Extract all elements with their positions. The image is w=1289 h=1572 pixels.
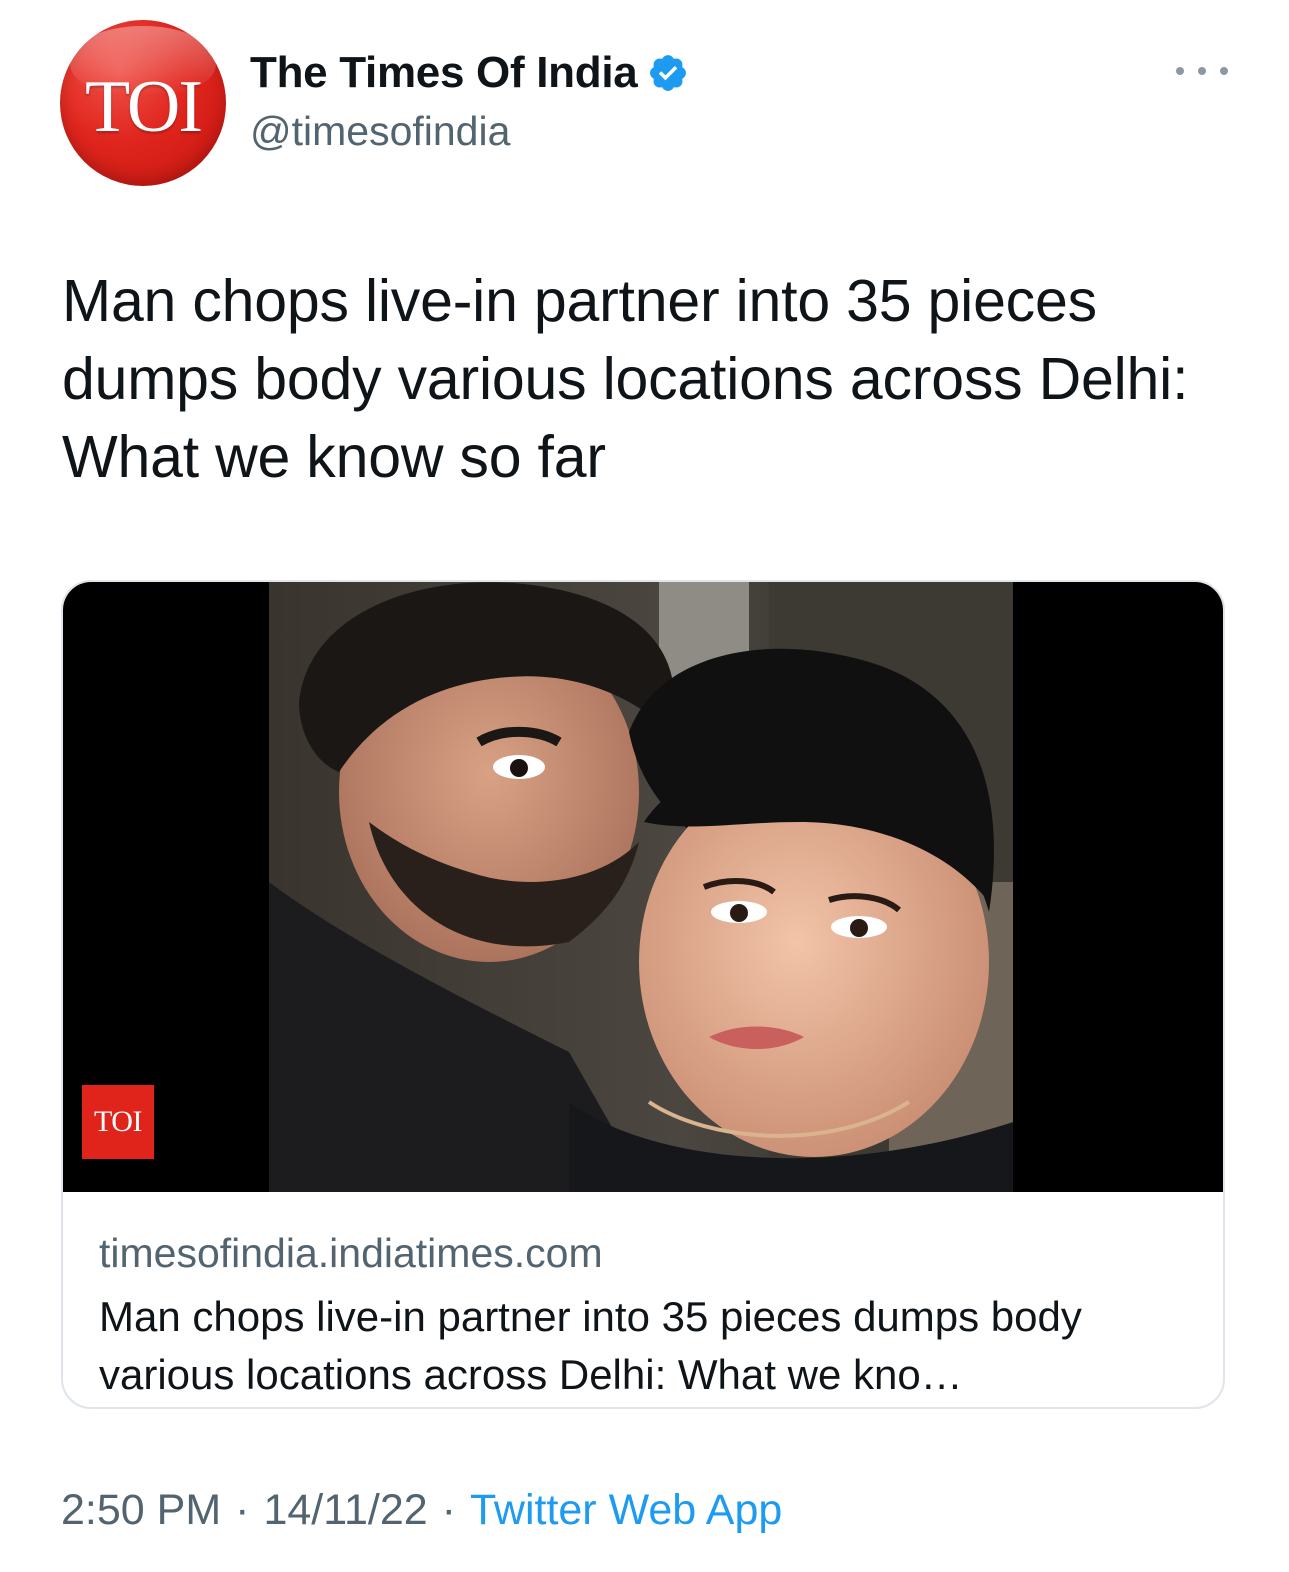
tweet-text: Man chops live-in partner into 35 pieces… [62, 268, 1189, 490]
more-options-icon[interactable] [1176, 56, 1228, 86]
author-handle[interactable]: @timesofindia [250, 108, 510, 155]
meta-separator: · [441, 1486, 456, 1534]
card-title: Man chops live-in partner into 35 pieces… [99, 1293, 1082, 1398]
verified-badge-icon [647, 52, 689, 94]
card-image[interactable]: TOI [63, 582, 1223, 1192]
tweet-date[interactable]: 14/11/22 [263, 1486, 427, 1535]
meta-separator: · [235, 1486, 250, 1534]
card-body: timesofindia.indiatimes.com Man chops li… [63, 1192, 1223, 1407]
avatar-logo-text: TOI [85, 66, 203, 148]
author-display-name[interactable]: The Times Of India [250, 48, 638, 98]
tweet-source-link[interactable]: Twitter Web App [470, 1486, 782, 1535]
card-domain: timesofindia.indiatimes.com [99, 1230, 603, 1276]
link-preview-card[interactable]: TOI timesofindia.indiatimes.com Man chop… [61, 580, 1225, 1409]
tweet-metadata: 2:50 PM · 14/11/22 · Twitter Web App [61, 1486, 782, 1535]
tweet: TOI The Times Of India @timesofindia Man… [0, 0, 1289, 1572]
tweet-time[interactable]: 2:50 PM [61, 1486, 221, 1535]
more-dot [1176, 67, 1184, 75]
card-photo [269, 582, 1013, 1192]
photo-illustration [269, 582, 1013, 1192]
author-name-row: The Times Of India [250, 48, 689, 98]
author-avatar[interactable]: TOI [60, 20, 226, 186]
more-dot [1198, 67, 1206, 75]
toi-watermark-logo: TOI [82, 1085, 154, 1159]
more-dot [1220, 67, 1228, 75]
